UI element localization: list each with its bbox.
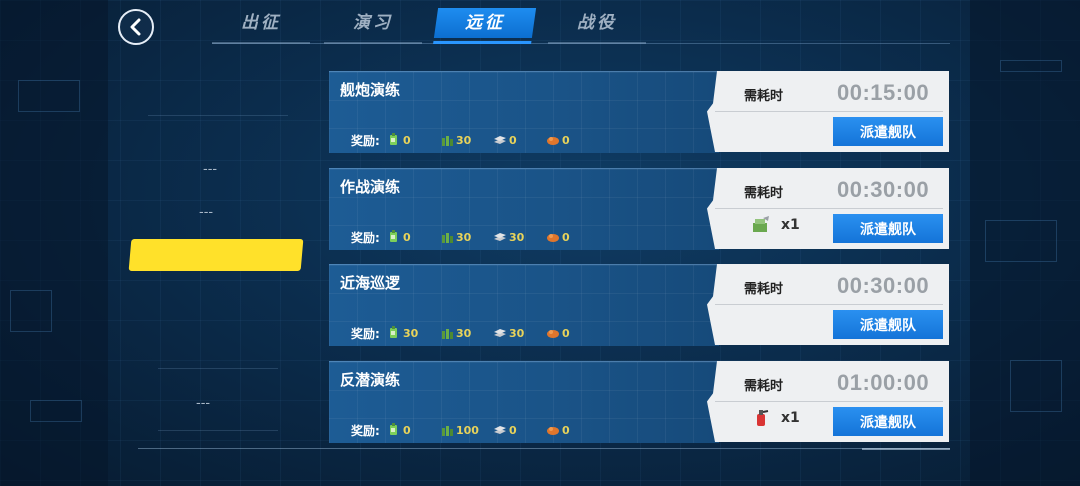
reward-bauxite: 0 xyxy=(546,230,599,244)
ammo-icon xyxy=(442,426,453,436)
expedition-title: 作战演练 xyxy=(340,178,401,196)
steel-icon xyxy=(494,233,506,241)
ammo-icon xyxy=(442,329,453,339)
bottom-divider xyxy=(138,448,950,449)
reward-ammo: 30 xyxy=(440,133,493,147)
time-required-label: 需耗时 xyxy=(744,379,784,394)
panel-divider xyxy=(715,208,943,209)
time-required-label: 需耗时 xyxy=(744,89,784,104)
panel-divider xyxy=(715,111,943,112)
chapter-item[interactable]: --- xyxy=(199,205,213,220)
rewards-row: 奖励: 0 30 0 0 xyxy=(351,132,599,148)
ammo-icon xyxy=(442,233,453,243)
steel-icon xyxy=(494,426,506,434)
left-decor-panel xyxy=(0,0,108,486)
reward-ammo: 100 xyxy=(440,423,493,437)
time-required-label: 需耗时 xyxy=(744,186,784,201)
bauxite-icon xyxy=(547,137,559,145)
reward-steel: 30 xyxy=(493,230,546,244)
panel-divider xyxy=(715,304,943,305)
right-decor-panel xyxy=(970,0,1080,486)
extra-reward-qty: x1 xyxy=(781,217,800,233)
back-button[interactable] xyxy=(118,9,154,45)
reward-bauxite: 0 xyxy=(546,423,599,437)
steel-icon xyxy=(494,329,506,337)
expedition-info: 舰炮演练 奖励: 0 30 0 0 xyxy=(329,71,719,153)
top-tabs: 出征 演习 远征 战役 xyxy=(212,6,950,46)
reward-steel: 30 xyxy=(493,326,546,340)
expedition-title: 近海巡逻 xyxy=(340,274,401,292)
reward-ammo: 30 xyxy=(440,230,493,244)
expedition-duration: 00:30:00 xyxy=(837,273,930,298)
dispatch-fleet-button[interactable]: 派遣舰队 xyxy=(833,310,943,339)
reward-label: 奖励: xyxy=(351,423,380,438)
expedition-info: 近海巡逻 奖励: 30 30 30 0 xyxy=(329,264,719,346)
ammo-icon xyxy=(442,136,453,146)
expedition-card: 舰炮演练 奖励: 0 30 0 0 需耗时 00:15:00 派遣舰队 xyxy=(329,71,949,153)
reward-label: 奖励: xyxy=(351,230,380,245)
extra-reward: x1 xyxy=(751,215,800,235)
chapter-item[interactable]: --- xyxy=(203,162,217,177)
expedition-duration: 00:15:00 xyxy=(837,80,930,105)
expedition-title: 舰炮演练 xyxy=(340,81,401,99)
expedition-duration: 01:00:00 xyxy=(837,370,930,395)
tab-sortie[interactable]: 出征 xyxy=(212,8,310,44)
reward-fuel: 30 xyxy=(387,326,440,340)
reward-fuel: 0 xyxy=(387,133,440,147)
reward-steel: 0 xyxy=(493,423,546,437)
expedition-action-panel: 需耗时 00:30:00 派遣舰队 xyxy=(707,264,949,345)
reward-bauxite: 0 xyxy=(546,326,599,340)
tab-exercise[interactable]: 演习 xyxy=(324,8,422,44)
expedition-info: 作战演练 奖励: 0 30 30 0 xyxy=(329,168,719,250)
expedition-action-panel: 需耗时 00:30:00 x1 派遣舰队 xyxy=(707,168,949,249)
expedition-card: 反潜演练 奖励: 0 100 0 0 需耗时 01:00:00 x1 派遣舰队 xyxy=(329,361,949,443)
expedition-action-panel: 需耗时 00:15:00 派遣舰队 xyxy=(707,71,949,152)
expedition-card: 作战演练 奖励: 0 30 30 0 需耗时 00:30:00 x1 派遣舰队 xyxy=(329,168,949,250)
chapter-list: --- --- --- xyxy=(128,60,308,450)
dispatch-fleet-button[interactable]: 派遣舰队 xyxy=(833,117,943,146)
fuel-icon xyxy=(390,326,397,338)
panel-divider xyxy=(715,401,943,402)
rewards-row: 奖励: 0 30 30 0 xyxy=(351,229,599,245)
bottom-divider-accent xyxy=(862,448,950,450)
expedition-duration: 00:30:00 xyxy=(837,177,930,202)
reward-label: 奖励: xyxy=(351,133,380,148)
chevron-left-icon xyxy=(130,18,141,36)
reward-bauxite: 0 xyxy=(546,133,599,147)
dispatch-fleet-button[interactable]: 派遣舰队 xyxy=(833,214,943,243)
bauxite-icon xyxy=(547,427,559,435)
dispatch-fleet-button[interactable]: 派遣舰队 xyxy=(833,407,943,436)
expedition-info: 反潜演练 奖励: 0 100 0 0 xyxy=(329,361,719,443)
fuel-icon xyxy=(390,230,397,242)
bauxite-icon xyxy=(547,234,559,242)
time-required-label: 需耗时 xyxy=(744,282,784,297)
tab-expedition[interactable]: 远征 xyxy=(433,8,537,44)
tab-campaign[interactable]: 战役 xyxy=(548,8,646,44)
extra-reward-qty: x1 xyxy=(781,410,800,426)
expedition-card: 近海巡逻 奖励: 30 30 30 0 需耗时 00:30:00 派遣舰队 xyxy=(329,264,949,346)
reward-fuel: 0 xyxy=(387,423,440,437)
reward-label: 奖励: xyxy=(351,326,380,341)
build-material-icon xyxy=(753,216,769,232)
fast-repair-icon xyxy=(757,410,769,426)
reward-ammo: 30 xyxy=(440,326,493,340)
expedition-action-panel: 需耗时 01:00:00 x1 派遣舰队 xyxy=(707,361,949,442)
reward-fuel: 0 xyxy=(387,230,440,244)
fuel-icon xyxy=(390,423,397,435)
reward-steel: 0 xyxy=(493,133,546,147)
bauxite-icon xyxy=(547,330,559,338)
steel-icon xyxy=(494,136,506,144)
expedition-title: 反潜演练 xyxy=(340,371,401,389)
rewards-row: 奖励: 30 30 30 0 xyxy=(351,325,599,341)
extra-reward: x1 xyxy=(751,408,800,428)
rewards-row: 奖励: 0 100 0 0 xyxy=(351,422,599,438)
chapter-item[interactable]: --- xyxy=(196,396,210,411)
fuel-icon xyxy=(390,133,397,145)
chapter-item-selected[interactable] xyxy=(128,239,304,271)
